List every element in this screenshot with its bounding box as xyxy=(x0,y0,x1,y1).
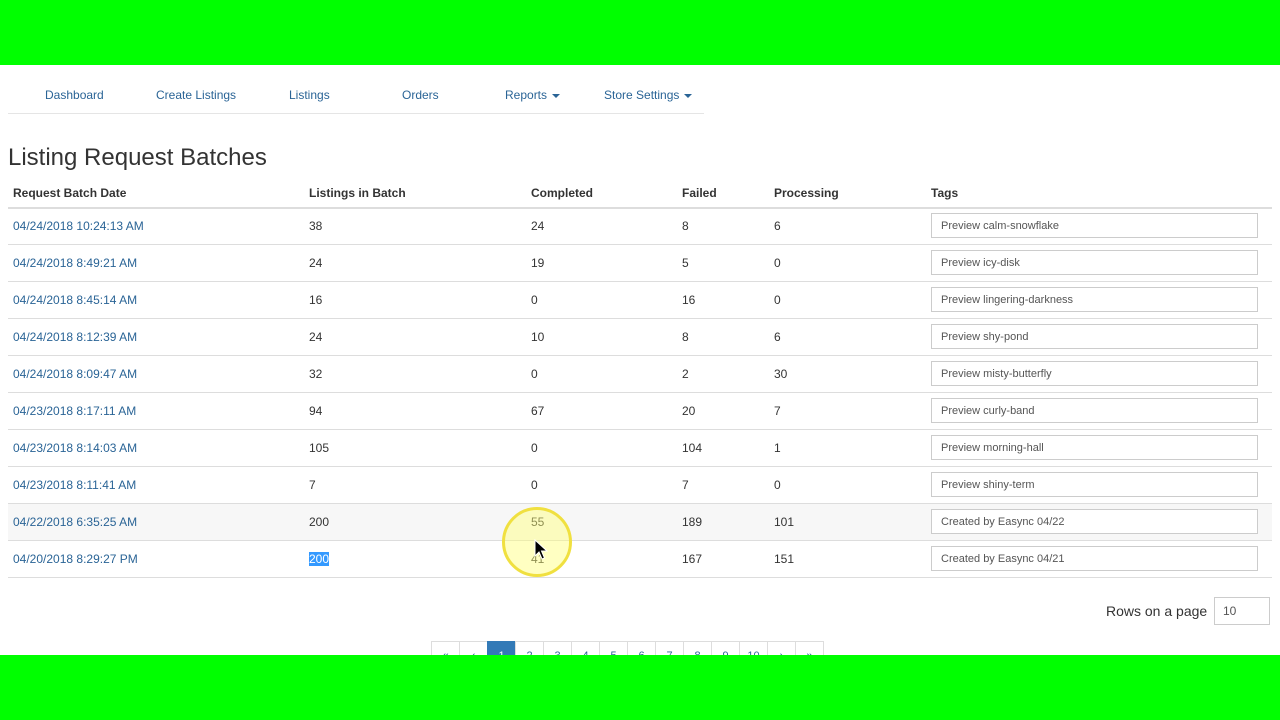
tag-input[interactable] xyxy=(931,472,1258,497)
table-row: 04/24/2018 8:45:14 AM 16 0 16 0 xyxy=(8,282,1272,319)
processing-count: 0 xyxy=(774,478,781,492)
header-tags: Tags xyxy=(931,186,959,200)
listings-count: 16 xyxy=(309,293,323,307)
batch-date-link[interactable]: 04/23/2018 8:14:03 AM xyxy=(13,441,137,455)
completed-count: 19 xyxy=(531,256,545,270)
nav-create-listings[interactable]: Create Listings xyxy=(156,88,236,102)
nav-store-settings-label: Store Settings xyxy=(604,88,680,102)
table-row: 04/24/2018 8:12:39 AM 24 10 8 6 xyxy=(8,319,1272,356)
nav-store-settings-dropdown[interactable]: Store Settings xyxy=(604,88,693,102)
top-navigation: Dashboard Create Listings Listings Order… xyxy=(8,65,704,114)
page-title: Listing Request Batches xyxy=(8,144,267,171)
processing-count: 30 xyxy=(774,367,788,381)
listings-count: 94 xyxy=(309,404,323,418)
processing-count: 7 xyxy=(774,404,781,418)
nav-reports-dropdown[interactable]: Reports xyxy=(505,88,561,102)
failed-count: 7 xyxy=(682,478,689,492)
batch-date-link[interactable]: 04/23/2018 8:17:11 AM xyxy=(13,404,136,418)
tag-input[interactable] xyxy=(931,250,1258,275)
listings-count: 24 xyxy=(309,330,323,344)
failed-count: 167 xyxy=(682,552,703,566)
table-header: Request Batch Date Listings in Batch Com… xyxy=(8,181,1272,209)
processing-count: 101 xyxy=(774,515,795,529)
completed-count: 0 xyxy=(531,367,538,381)
failed-count: 5 xyxy=(682,256,689,270)
completed-count: 10 xyxy=(531,330,545,344)
completed-count: 0 xyxy=(531,441,538,455)
table-row: 04/20/2018 8:29:27 PM 200 41 167 151 xyxy=(8,541,1272,578)
batch-date-link[interactable]: 04/22/2018 6:35:25 AM xyxy=(13,515,137,529)
header-completed[interactable]: Completed xyxy=(531,186,593,200)
batch-date-link[interactable]: 04/24/2018 8:45:14 AM xyxy=(13,293,137,307)
listings-count: 105 xyxy=(309,441,330,455)
mouse-pointer-icon xyxy=(534,539,548,560)
nav-listings[interactable]: Listings xyxy=(289,88,330,102)
failed-count: 2 xyxy=(682,367,689,381)
caret-down-icon xyxy=(552,93,561,98)
tag-input[interactable] xyxy=(931,398,1258,423)
processing-count: 0 xyxy=(774,293,781,307)
batches-table-body: 04/24/2018 10:24:13 AM 38 24 8 6 04/24/2… xyxy=(8,208,1272,578)
table-row: 04/22/2018 6:35:25 AM 200 55 189 101 xyxy=(8,504,1272,541)
failed-count: 189 xyxy=(682,515,703,529)
green-screen-bottom-band xyxy=(0,655,1280,720)
failed-count: 104 xyxy=(682,441,703,455)
table-row: 04/24/2018 10:24:13 AM 38 24 8 6 xyxy=(8,208,1272,245)
table-row: 04/24/2018 8:09:47 AM 32 0 2 30 xyxy=(8,356,1272,393)
processing-count: 1 xyxy=(774,441,781,455)
batch-date-link[interactable]: 04/20/2018 8:29:27 PM xyxy=(13,552,138,566)
green-screen-top-band xyxy=(0,0,1280,65)
completed-count: 0 xyxy=(531,293,538,307)
table-row: 04/23/2018 8:14:03 AM 105 0 104 1 xyxy=(8,430,1272,467)
listings-count: 24 xyxy=(309,256,323,270)
completed-count: 0 xyxy=(531,478,538,492)
rows-per-page-input[interactable] xyxy=(1214,597,1270,625)
processing-count: 6 xyxy=(774,330,781,344)
listings-count-selected: 200 xyxy=(309,552,330,566)
nav-dashboard[interactable]: Dashboard xyxy=(45,88,104,102)
tag-input[interactable] xyxy=(931,287,1258,312)
failed-count: 16 xyxy=(682,293,696,307)
nav-orders[interactable]: Orders xyxy=(402,88,439,102)
listings-count: 38 xyxy=(309,219,323,233)
failed-count: 20 xyxy=(682,404,696,418)
table-row: 04/24/2018 8:49:21 AM 24 19 5 0 xyxy=(8,245,1272,282)
header-failed[interactable]: Failed xyxy=(682,186,717,200)
failed-count: 8 xyxy=(682,219,689,233)
listings-count: 200 xyxy=(309,515,330,529)
caret-down-icon xyxy=(684,93,693,98)
batch-date-link[interactable]: 04/24/2018 8:12:39 AM xyxy=(13,330,137,344)
batch-date-link[interactable]: 04/24/2018 8:49:21 AM xyxy=(13,256,137,270)
processing-count: 6 xyxy=(774,219,781,233)
completed-count: 24 xyxy=(531,219,545,233)
batch-date-link[interactable]: 04/23/2018 8:11:41 AM xyxy=(13,478,136,492)
processing-count: 0 xyxy=(774,256,781,270)
tag-input[interactable] xyxy=(931,435,1258,460)
tag-input[interactable] xyxy=(931,361,1258,386)
rows-per-page-label: Rows on a page xyxy=(1106,603,1208,619)
listings-count: 32 xyxy=(309,367,323,381)
tag-input[interactable] xyxy=(931,546,1258,571)
tag-input[interactable] xyxy=(931,509,1258,534)
completed-count: 67 xyxy=(531,404,545,418)
header-listings-in-batch[interactable]: Listings in Batch xyxy=(309,186,406,200)
nav-reports-label: Reports xyxy=(505,88,548,102)
table-row: 04/23/2018 8:11:41 AM 7 0 7 0 xyxy=(8,467,1272,504)
processing-count: 151 xyxy=(774,552,795,566)
batch-date-link[interactable]: 04/24/2018 10:24:13 AM xyxy=(13,219,144,233)
header-processing[interactable]: Processing xyxy=(774,186,839,200)
listings-count: 7 xyxy=(309,478,316,492)
tag-input[interactable] xyxy=(931,213,1258,238)
batch-date-link[interactable]: 04/24/2018 8:09:47 AM xyxy=(13,367,137,381)
tag-input[interactable] xyxy=(931,324,1258,349)
header-request-batch-date[interactable]: Request Batch Date xyxy=(13,186,126,200)
table-row: 04/23/2018 8:17:11 AM 94 67 20 7 xyxy=(8,393,1272,430)
failed-count: 8 xyxy=(682,330,689,344)
